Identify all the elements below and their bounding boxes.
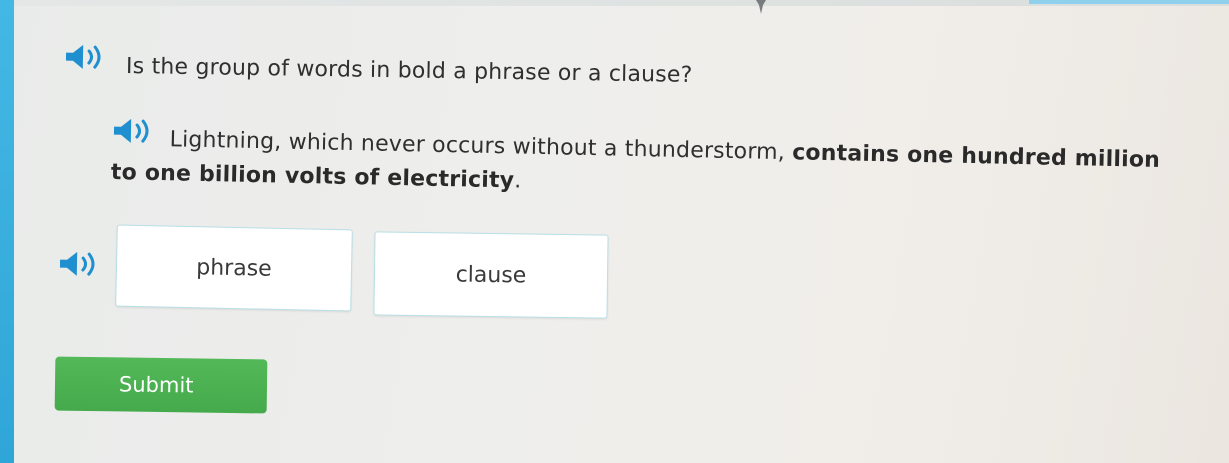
question-prompt: Is the group of words in bold a phrase o… (125, 54, 693, 88)
top-strip (14, 0, 1229, 6)
choice-label: phrase (196, 254, 272, 282)
top-strip-accent (1029, 0, 1229, 4)
sentence-end-punctuation: . (513, 168, 522, 194)
submit-button[interactable]: Submit (54, 356, 268, 414)
speaker-icon (59, 251, 95, 276)
question-audio-button[interactable] (64, 44, 110, 71)
choices-audio-button[interactable] (58, 251, 104, 278)
example-sentence: Lightning, which never occurs without a … (111, 122, 1192, 213)
mouse-cursor-icon (756, 0, 766, 14)
left-accent-rail (0, 0, 14, 463)
sentence-plain-text: Lightning, which never occurs without a … (169, 127, 793, 166)
speaker-icon (65, 44, 101, 69)
choice-label: clause (455, 262, 527, 288)
choice-clause-button[interactable]: clause (373, 231, 609, 319)
choice-phrase-button[interactable]: phrase (115, 224, 353, 312)
